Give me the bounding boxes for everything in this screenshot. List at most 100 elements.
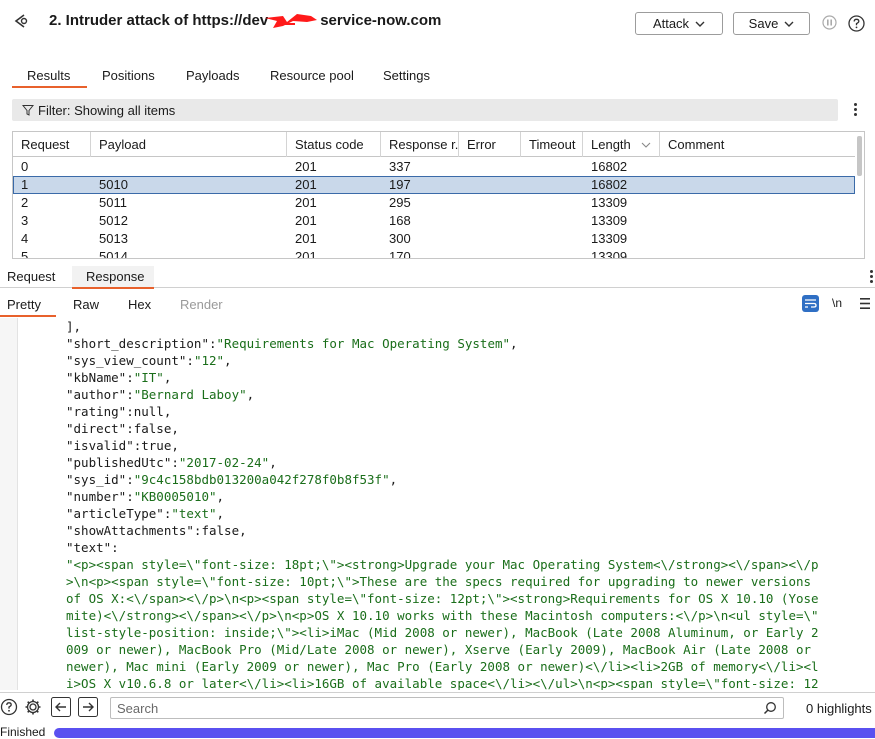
tab-pretty[interactable]: Pretty: [7, 297, 41, 312]
table-row[interactable]: 3 5012 201 168 13309: [13, 212, 855, 230]
table-cell: [521, 248, 529, 258]
code-line: "short_description":"Requirements for Ma…: [66, 335, 518, 352]
search-box[interactable]: [110, 697, 784, 719]
redaction-mark: [265, 14, 317, 28]
column-length-label: Length: [591, 137, 631, 152]
json-value: 009 or newer), MacBook Pro (Mid/Late 200…: [66, 642, 812, 657]
message-tabs: Request Response: [0, 266, 875, 288]
json-key: "sys_view_count":: [66, 353, 194, 368]
column-length[interactable]: Length: [583, 132, 660, 157]
table-row[interactable]: 0 201 337 16802: [13, 158, 855, 176]
tab-hex[interactable]: Hex: [128, 297, 151, 312]
code-line: "kbName":"IT",: [66, 369, 171, 386]
table-cell: 201: [295, 177, 317, 192]
table-cell: 170: [389, 249, 411, 259]
title-suffix: service-now.com: [320, 12, 442, 29]
wrap-lines-button[interactable]: [802, 295, 819, 312]
message-more-icon[interactable]: [870, 270, 874, 285]
json-value: mite)<\/strong><\/span><\/p>\n<p>OS X 10…: [66, 608, 819, 623]
json-value: i>OS X v10.6.8 or later<\/li><li>16GB of…: [66, 676, 819, 690]
help-icon[interactable]: [0, 698, 18, 716]
code-line: "sys_id":"9c4c158bdb013200a042f278f0b8f5…: [66, 471, 397, 488]
table-cell: 16802: [591, 177, 628, 192]
tab-payloads[interactable]: Payloads: [186, 68, 239, 83]
json-value: newer), Mac mini (Early 2009 or newer), …: [66, 659, 819, 674]
json-key: "short_description":: [66, 336, 217, 351]
table-cell: [660, 194, 668, 212]
tab-settings[interactable]: Settings: [383, 68, 430, 83]
table-row[interactable]: 5 5014 201 170 13309: [13, 248, 855, 259]
json-punct: ,: [246, 387, 255, 402]
tab-results[interactable]: Results: [27, 68, 70, 83]
column-request[interactable]: Request: [13, 132, 91, 157]
table-row[interactable]: 2 5011 201 295 13309: [13, 194, 855, 212]
table-cell: [459, 212, 467, 230]
column-payload[interactable]: Payload: [91, 132, 287, 157]
table-cell: [521, 194, 529, 212]
json-key: "articleType":: [66, 506, 172, 521]
table-cell: [660, 176, 668, 194]
table-cell: 201: [295, 231, 317, 246]
tab-render[interactable]: Render: [180, 297, 223, 312]
code-line: i>OS X v10.6.8 or later<\/li><li>16GB of…: [66, 675, 819, 690]
tab-resource-pool[interactable]: Resource pool: [270, 68, 354, 83]
active-tab-indicator: [12, 86, 87, 88]
json-key: "isvalid":true,: [66, 438, 179, 453]
code-line: newer), Mac mini (Early 2009 or newer), …: [66, 658, 819, 675]
table-row[interactable]: 4 5013 201 300 13309: [13, 230, 855, 248]
tab-response[interactable]: Response: [86, 269, 145, 284]
table-row[interactable]: 1 5010 201 197 16802: [13, 176, 855, 194]
json-punct: ,: [510, 336, 518, 351]
table-cell: 5: [21, 249, 29, 259]
tab-raw[interactable]: Raw: [73, 297, 99, 312]
json-value: "12": [193, 353, 225, 368]
show-newlines-button[interactable]: \n: [832, 296, 842, 310]
code-line: "author":"Bernard Laboy",: [66, 386, 254, 403]
filter-more-icon[interactable]: [854, 103, 858, 118]
save-dropdown-button[interactable]: Save: [733, 12, 810, 35]
attack-dropdown-button[interactable]: Attack: [635, 12, 723, 35]
json-value: list-style-position: inside;\"><li>iMac …: [66, 625, 819, 640]
code-line: "number":"KB0005010",: [66, 488, 224, 505]
response-body[interactable]: ], "short_description":"Requirements for …: [0, 318, 875, 690]
column-error[interactable]: Error: [459, 132, 521, 157]
help-icon[interactable]: [848, 15, 865, 32]
table-cell: 201: [295, 213, 317, 228]
json-value: "<p><span style=\"font-size: 18pt;\"><st…: [66, 557, 819, 572]
column-response-received[interactable]: Response r...: [381, 132, 459, 157]
hamburger-menu-icon[interactable]: [860, 298, 870, 309]
code-line: "isvalid":true,: [66, 437, 179, 454]
gear-icon[interactable]: [24, 698, 42, 716]
table-cell: [459, 230, 467, 248]
table-scrollbar[interactable]: [857, 136, 862, 176]
sort-chevron-icon: [641, 142, 651, 148]
pause-icon[interactable]: [822, 15, 837, 30]
table-cell: 3: [21, 213, 29, 228]
column-status-code[interactable]: Status code: [287, 132, 381, 157]
json-value: "text": [171, 506, 217, 521]
search-input[interactable]: [117, 700, 757, 716]
table-cell: 4: [21, 231, 29, 246]
json-key: "text":: [66, 540, 119, 555]
table-cell: [521, 212, 529, 230]
filter-bar[interactable]: Filter: Showing all items: [12, 99, 838, 121]
column-timeout[interactable]: Timeout: [521, 132, 583, 157]
attack-title: 2. Intruder attack of https://dev service…: [49, 12, 441, 29]
table-cell: 197: [389, 177, 411, 192]
status-text: Finished: [0, 725, 46, 739]
table-cell: [521, 230, 529, 248]
json-punct: ,: [224, 353, 232, 368]
tab-request[interactable]: Request: [7, 269, 55, 284]
tab-positions[interactable]: Positions: [102, 68, 155, 83]
intruder-back-icon[interactable]: [12, 12, 30, 30]
json-value: "Requirements for Mac Operating System": [216, 336, 511, 351]
json-value: "2017-02-24": [178, 455, 270, 470]
previous-match-button[interactable]: [51, 697, 71, 717]
column-comment[interactable]: Comment: [660, 132, 855, 157]
table-cell: [660, 248, 668, 258]
table-cell: [91, 158, 99, 176]
next-match-button[interactable]: [78, 697, 98, 717]
search-icon: [763, 702, 776, 715]
attack-progress-bar: [54, 728, 875, 738]
table-cell: 16802: [591, 159, 628, 174]
